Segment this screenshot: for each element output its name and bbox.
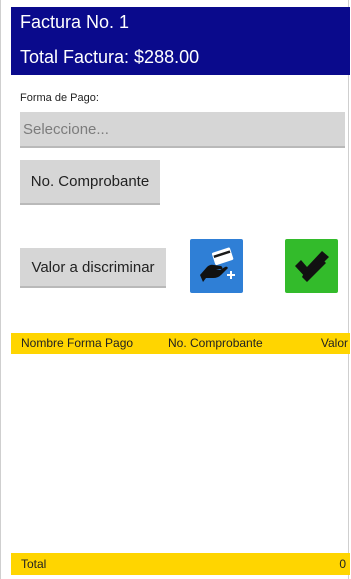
- app-screen: Factura No. 1 Total Factura: $288.00 For…: [0, 0, 350, 579]
- invoice-header: Factura No. 1 Total Factura: $288.00: [11, 7, 350, 75]
- invoice-total: Total Factura: $288.00: [20, 47, 200, 67]
- add-payment-button[interactable]: [190, 239, 243, 293]
- payment-method-label: Forma de Pago:: [20, 92, 99, 104]
- total-value: 0: [339, 557, 346, 571]
- column-header-comprobante: No. Comprobante: [168, 336, 263, 350]
- credit-card-hand-plus-icon: [199, 247, 235, 282]
- payments-table-body[interactable]: [11, 354, 350, 551]
- total-label: Total: [21, 557, 47, 571]
- double-check-icon: [294, 251, 329, 282]
- payment-method-select[interactable]: Seleccione...: [20, 112, 345, 148]
- column-header-valor: Valor: [320, 336, 348, 350]
- payments-table-header: Nombre Forma Pago No. Comprobante Valor: [11, 333, 350, 354]
- payments-total-bar: Total 0: [11, 553, 350, 575]
- valor-discriminar-button[interactable]: Valor a discriminar: [20, 248, 166, 288]
- column-header-nombre: Nombre Forma Pago: [21, 336, 134, 350]
- confirm-button[interactable]: [285, 239, 338, 293]
- invoice-title: Factura No. 1: [20, 12, 130, 32]
- comprobante-button[interactable]: No. Comprobante: [20, 160, 160, 205]
